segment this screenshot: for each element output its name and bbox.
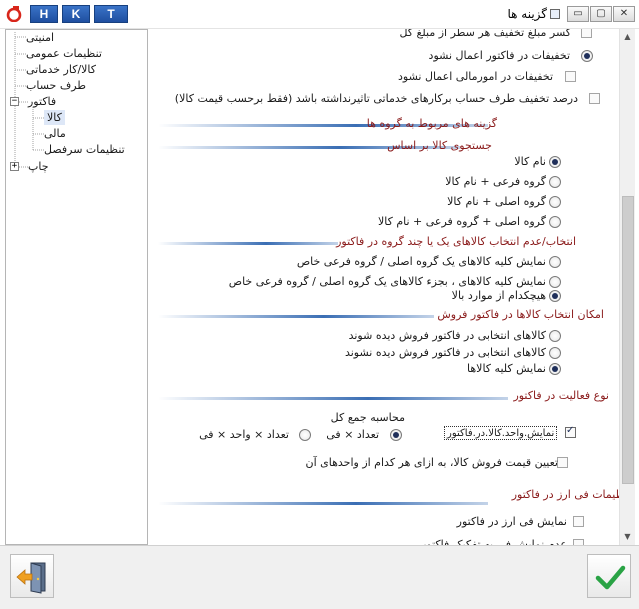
search-name-radio[interactable] [549,156,561,168]
tree-item-account-party[interactable]: طرف حساب [26,78,86,93]
select-groups-divider [158,242,338,245]
tree-item-heading-settings[interactable]: تنظیمات سرفصل [44,142,125,157]
calc-total-label: محاسبه جمع کل [330,411,405,424]
sales-hidden-label: کالاهای انتخابی در فاکتور فروش دیده نشون… [344,346,546,359]
select-none-label: هیچکدام از موارد بالا [451,289,546,302]
no-invoice-discount-label: تخفیفات در فاکتور اعمال نشود [428,49,570,62]
options-tree: امنیتی تنظیمات عمومی کالا/کار خدماتی طرف… [5,29,148,545]
scroll-up-icon[interactable]: ▲ [620,29,635,44]
search-maingroup-name-radio[interactable] [549,196,561,208]
scroll-thumb[interactable] [622,196,634,484]
no-finance-discount-label: تخفیفات در امورمالی اعمال نشود [398,70,553,83]
settings-scrollbar[interactable]: ▲ ▼ [619,29,635,545]
qty-price-radio[interactable] [390,429,402,441]
show-unit-checkbox[interactable] [565,425,576,438]
window-icon [550,9,560,19]
qty-price-label: تعداد × فی [326,428,379,441]
search-name-label: نام کالا [514,155,546,168]
tree-item-general-settings[interactable]: تنظیمات عمومی [26,46,102,61]
qty-unit-price-label: تعداد × واحد × فی [199,428,289,441]
show-currency-price-checkbox[interactable] [573,516,584,527]
app-logo-icon [6,6,22,23]
sales-visible-radio[interactable] [549,330,561,342]
no-finance-discount-checkbox[interactable] [565,71,576,82]
lang-button-h[interactable]: H [30,5,58,23]
party-discount-label: درصد تخفیف طرف حساب برکارهای خدماتی تاثی… [174,92,578,105]
select-show-except-radio[interactable] [549,276,561,288]
search-main-sub-name-label: گروه اصلی + گروه فرعی + نام کالا [377,215,546,228]
activity-header: نوع فعالیت در فاکتور [513,389,609,402]
sales-selection-divider [158,315,434,318]
maximize-button[interactable]: ▢ [590,6,612,22]
activity-divider [158,397,508,400]
search-maingroup-name-label: گروه اصلی + نام کالا [447,195,546,208]
groups-header: گزینه های مربوط به گروه ها [366,117,497,130]
no-invoice-discount-radio[interactable] [581,50,593,62]
sales-hidden-radio[interactable] [549,347,561,359]
window-title: گزینه ها [507,7,547,21]
tree-item-goods-services[interactable]: کالا/کار خدماتی [26,62,96,77]
exit-button[interactable] [10,554,54,598]
bottom-bar [0,545,639,609]
show-currency-price-label: نمایش فی ارز در فاکتور [456,515,567,528]
currency-divider [158,502,488,505]
cut-line-discount-checkbox[interactable] [581,29,592,38]
tree-expander-invoice[interactable]: − [10,97,19,106]
settings-panel: کسر مبلغ تخفیف هر سطر از مبلغ کل تخفیفات… [154,29,635,545]
tree-item-invoice[interactable]: فاکتور [28,94,56,109]
sales-visible-label: کالاهای انتخابی در فاکتور فروش دیده شوند [348,329,546,342]
search-header: جستجوی کالا بر اساس [387,139,492,152]
party-discount-checkbox[interactable] [589,93,600,104]
tree-item-financial[interactable]: مالی [44,126,66,141]
select-groups-header: انتخاب/عدم انتخاب کالاهای یک یا چند گروه… [336,235,576,248]
ok-button[interactable] [587,554,631,598]
search-subgroup-name-radio[interactable] [549,176,561,188]
select-show-group-label: نمایش کلیه کالاهای یک گروه اصلی / گروه ف… [296,255,546,268]
exit-door-icon [16,562,46,594]
unit-price-each-checkbox[interactable] [557,457,568,468]
tree-item-goods[interactable]: کالا [44,110,65,125]
lang-button-t[interactable]: T [94,5,128,23]
select-show-group-radio[interactable] [549,256,561,268]
select-none-radio[interactable] [549,290,561,302]
cut-line-discount-label: کسر مبلغ تخفیف هر سطر از مبلغ کل [399,29,571,39]
checkmark-icon [595,565,626,590]
unit-price-each-label: تعیین قیمت فروش کالا، به ازای هر کدام از… [305,456,558,469]
show-unit-field[interactable]: نمایش.واحد.کالا.در.فاکتور [444,426,558,440]
close-button[interactable]: ✕ [613,6,635,22]
search-main-sub-name-radio[interactable] [549,216,561,228]
tree-item-security[interactable]: امنیتی [26,30,54,45]
cut-off-label: عدم نمایش فی به تفکیک فاکتور [421,538,567,545]
qty-unit-price-radio[interactable] [299,429,311,441]
sales-all-label: نمایش کلیه کالاها [467,362,546,375]
scroll-down-icon[interactable]: ▼ [620,529,635,544]
sales-all-radio[interactable] [549,363,561,375]
tree-item-print[interactable]: چاپ [28,159,49,174]
sales-selection-header: امکان انتخاب کالاها در فاکتور فروش [437,308,604,321]
search-subgroup-name-label: گروه فرعی + نام کالا [445,175,546,188]
tree-expander-print[interactable]: + [10,162,19,171]
minimize-button[interactable]: ▭ [567,6,589,22]
title-bar: H K T گزینه ها ▭ ▢ ✕ [0,0,639,29]
lang-button-k[interactable]: K [62,5,90,23]
currency-header: تنظیمات فی ارز در فاکتور [511,488,631,501]
